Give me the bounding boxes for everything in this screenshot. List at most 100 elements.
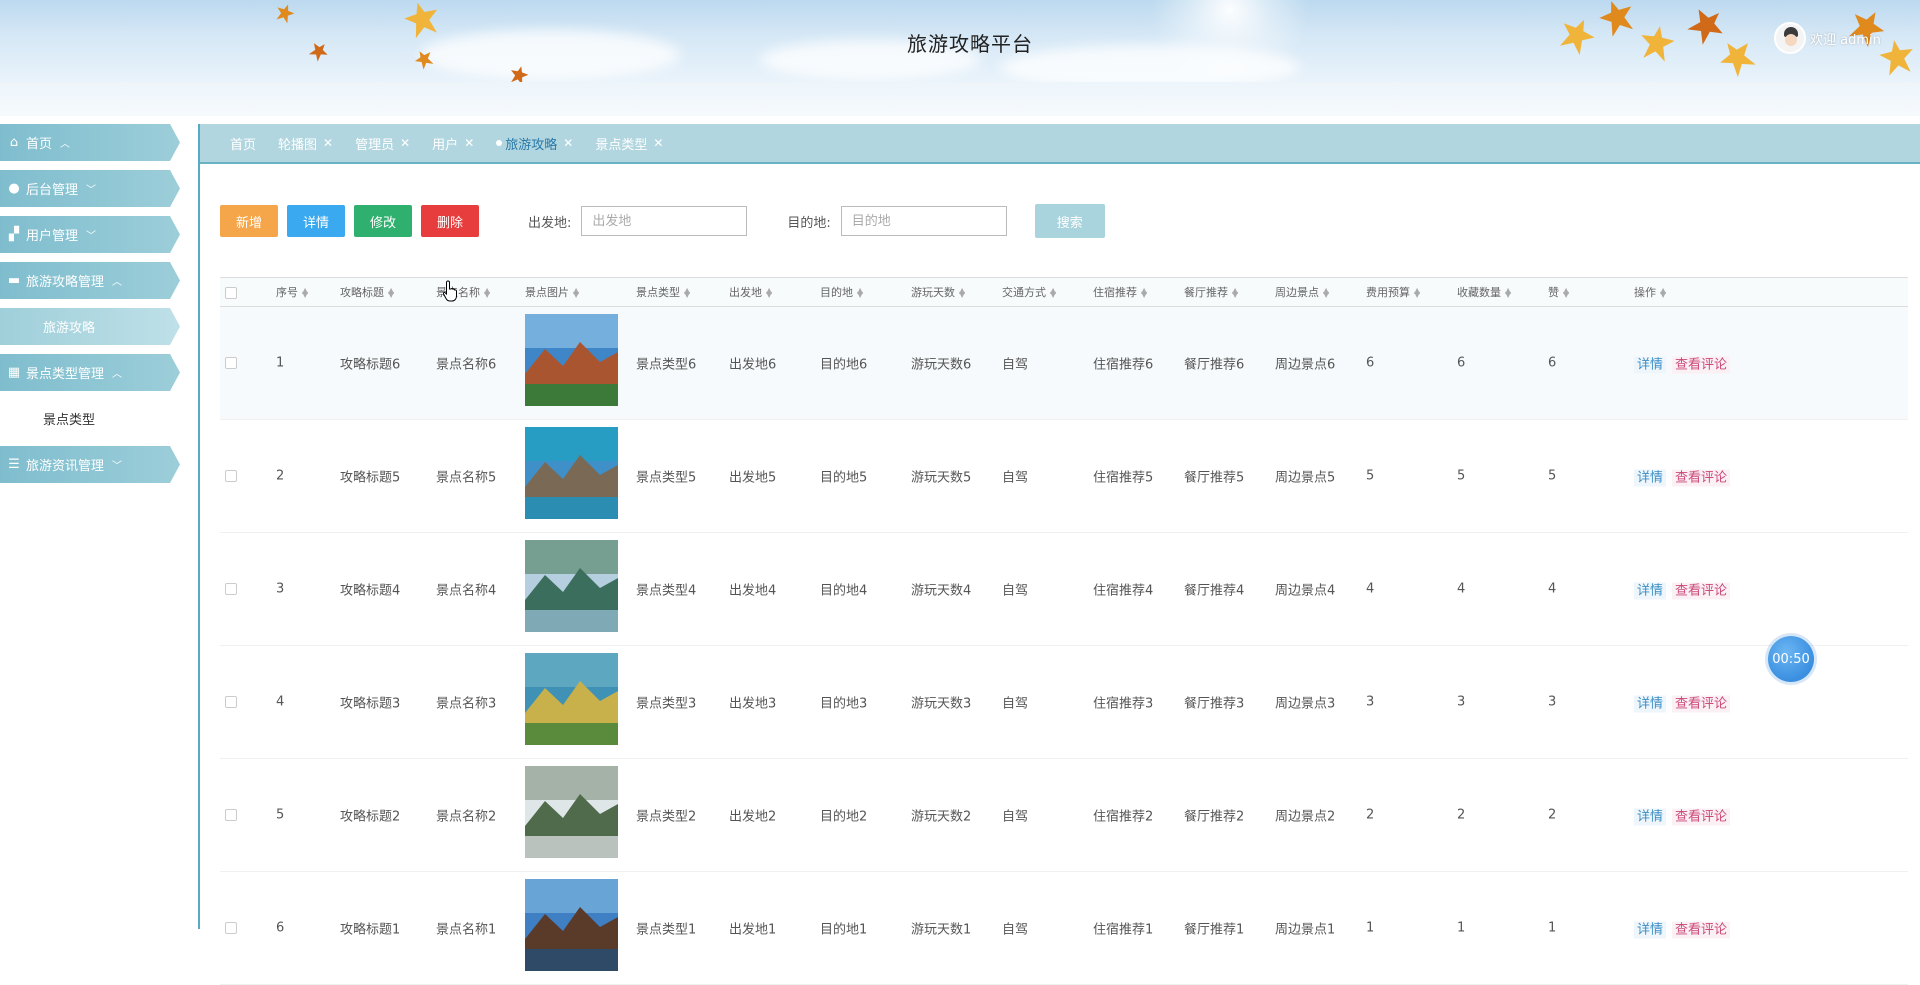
sort-icon[interactable]: ▲ ▼ [1232, 287, 1238, 299]
search-button[interactable]: 搜索 [1034, 204, 1105, 238]
cell-traffic: 自驾 [1002, 809, 1029, 825]
close-icon[interactable]: ✕ [323, 136, 333, 150]
column-header[interactable]: 收藏数量 ▲ ▼ [1457, 278, 1511, 308]
row-detail-link[interactable]: 详情 [1634, 695, 1667, 713]
column-header[interactable]: 出发地 ▲ ▼ [729, 278, 772, 308]
sidebar-item-backend[interactable]: ● 后台管理 ﹀ [0, 170, 180, 207]
column-header[interactable]: 游玩天数 ▲ ▼ [911, 278, 965, 308]
column-header[interactable]: 赞 ▲ ▼ [1548, 278, 1569, 308]
sidebar-item-guides[interactable]: ▬ 旅游攻略管理 ︿ [0, 262, 180, 299]
avatar[interactable] [1774, 22, 1806, 54]
scenic-image[interactable] [525, 427, 618, 519]
add-button[interactable]: 新增 [220, 205, 278, 237]
sort-icon[interactable]: ▲ ▼ [573, 287, 579, 299]
chevron-down-icon: ﹀ [86, 185, 97, 196]
table-row[interactable]: 4 攻略标题3 景点名称3 景点类型3 出发地3 目的地3 游玩天数3 自驾 住宿推荐3 餐厅推荐… [220, 646, 1908, 759]
destination-input[interactable] [840, 206, 1007, 236]
view-comments-link[interactable]: 查看评论 [1672, 582, 1731, 600]
sidebar-item-scenic-types[interactable]: ▦ 景点类型管理 ︿ [0, 354, 180, 391]
column-header[interactable]: 周边景点 ▲ ▼ [1275, 278, 1329, 308]
sort-icon[interactable]: ▲ ▼ [857, 287, 863, 299]
sort-icon[interactable]: ▲ ▼ [302, 287, 308, 299]
column-header[interactable]: 序号 ▲ ▼ [276, 278, 308, 308]
cell-title: 攻略标题6 [340, 357, 401, 373]
scenic-image[interactable] [525, 766, 618, 858]
sidebar-item-news[interactable]: ☰ 旅游资讯管理 ﹀ [0, 446, 180, 483]
view-comments-link[interactable]: 查看评论 [1672, 356, 1731, 374]
table-row[interactable]: 5 攻略标题2 景点名称2 景点类型2 出发地2 目的地2 游玩天数2 自驾 住宿推荐2 餐厅推荐… [220, 759, 1908, 872]
sort-icon[interactable]: ▲ ▼ [1563, 287, 1569, 299]
row-detail-link[interactable]: 详情 [1634, 921, 1667, 939]
table-row[interactable]: 1 攻略标题6 景点名称6 景点类型6 出发地6 目的地6 游玩天数6 自驾 住宿推荐6 餐厅推荐… [220, 307, 1908, 420]
close-icon[interactable]: ✕ [653, 136, 663, 150]
column-header[interactable]: 景点类型 ▲ ▼ [636, 278, 690, 308]
select-all-checkbox[interactable] [225, 287, 237, 299]
view-comments-link[interactable]: 查看评论 [1672, 695, 1731, 713]
tab-home[interactable]: 首页 [230, 134, 256, 153]
card-icon: ▬ [7, 273, 21, 288]
cell-fav: 5 [1457, 468, 1466, 484]
sidebar-subitem-scenic-type[interactable]: 景点类型 [0, 400, 180, 437]
cell-type: 景点类型4 [636, 583, 697, 599]
view-comments-link[interactable]: 查看评论 [1672, 808, 1731, 826]
row-detail-link[interactable]: 详情 [1634, 808, 1667, 826]
scenic-image[interactable] [525, 540, 618, 632]
row-checkbox[interactable] [225, 470, 237, 482]
sort-icon[interactable]: ▲ ▼ [959, 287, 965, 299]
sidebar-subitem-guide[interactable]: 旅游攻略 [0, 308, 180, 345]
column-header[interactable]: 目的地 ▲ ▼ [820, 278, 863, 308]
column-header[interactable]: 景点图片 ▲ ▼ [525, 278, 579, 308]
row-checkbox[interactable] [225, 696, 237, 708]
sort-icon[interactable]: ▲ ▼ [1050, 287, 1056, 299]
row-checkbox[interactable] [225, 583, 237, 595]
sort-icon[interactable]: ▲ ▼ [484, 287, 490, 299]
tab-scenic-type[interactable]: 景点类型 ✕ [595, 134, 663, 153]
row-detail-link[interactable]: 详情 [1634, 582, 1667, 600]
tab-user[interactable]: 用户 ✕ [432, 134, 474, 153]
close-icon[interactable]: ✕ [400, 136, 410, 150]
edit-button[interactable]: 修改 [354, 205, 412, 237]
view-comments-link[interactable]: 查看评论 [1672, 469, 1731, 487]
column-header[interactable]: 攻略标题 ▲ ▼ [340, 278, 394, 308]
row-detail-link[interactable]: 详情 [1634, 356, 1667, 374]
column-header[interactable]: 费用预算 ▲ ▼ [1366, 278, 1420, 308]
tab-travel-guide[interactable]: 旅游攻略 ✕ [496, 134, 573, 153]
sort-icon[interactable]: ▲ ▼ [1505, 287, 1511, 299]
tab-admin[interactable]: 管理员 ✕ [355, 134, 410, 153]
row-detail-link[interactable]: 详情 [1634, 469, 1667, 487]
tab-carousel[interactable]: 轮播图 ✕ [278, 134, 333, 153]
sidebar-item-home[interactable]: ⌂ 首页 ︿ [0, 124, 180, 161]
table-row[interactable]: 3 攻略标题4 景点名称4 景点类型4 出发地4 目的地4 游玩天数4 自驾 住宿推荐4 餐厅推荐… [220, 533, 1908, 646]
row-checkbox[interactable] [225, 357, 237, 369]
delete-button[interactable]: 删除 [421, 205, 479, 237]
tab-label: 景点类型 [595, 137, 648, 153]
close-icon[interactable]: ✕ [464, 136, 474, 150]
sort-icon[interactable]: ▲ ▼ [766, 287, 772, 299]
column-header[interactable]: 住宿推荐 ▲ ▼ [1093, 278, 1147, 308]
sort-icon[interactable]: ▲ ▼ [388, 287, 394, 299]
table-row[interactable]: 2 攻略标题5 景点名称5 景点类型5 出发地5 目的地5 游玩天数5 自驾 住宿推荐5 餐厅推荐… [220, 420, 1908, 533]
row-actions: 详情 查看评论 [1634, 580, 1731, 600]
column-header[interactable]: 餐厅推荐 ▲ ▼ [1184, 278, 1238, 308]
cell-hotel: 住宿推荐2 [1093, 809, 1154, 825]
sort-icon[interactable]: ▲ ▼ [1323, 287, 1329, 299]
sort-icon[interactable]: ▲ ▼ [1414, 287, 1420, 299]
user-menu[interactable]: 欢迎 admin [1774, 22, 1881, 54]
detail-button[interactable]: 详情 [287, 205, 345, 237]
view-comments-link[interactable]: 查看评论 [1672, 921, 1731, 939]
sidebar-item-users[interactable]: ▞ 用户管理 ﹀ [0, 216, 180, 253]
close-icon[interactable]: ✕ [563, 136, 573, 150]
row-checkbox[interactable] [225, 809, 237, 821]
timer-badge[interactable]: 00:50 [1768, 636, 1814, 682]
origin-input[interactable] [581, 206, 748, 236]
scenic-image[interactable] [525, 653, 618, 745]
scenic-image[interactable] [525, 314, 618, 406]
row-checkbox[interactable] [225, 922, 237, 934]
column-header-label: 费用预算 [1366, 286, 1410, 299]
sort-icon[interactable]: ▲ ▼ [1141, 287, 1147, 299]
column-header[interactable]: 交通方式 ▲ ▼ [1002, 278, 1056, 308]
scenic-image[interactable] [525, 879, 618, 971]
sort-icon[interactable]: ▲ ▼ [1660, 287, 1666, 299]
sort-icon[interactable]: ▲ ▼ [684, 287, 690, 299]
column-header[interactable]: 操作 ▲ ▼ [1634, 278, 1666, 308]
